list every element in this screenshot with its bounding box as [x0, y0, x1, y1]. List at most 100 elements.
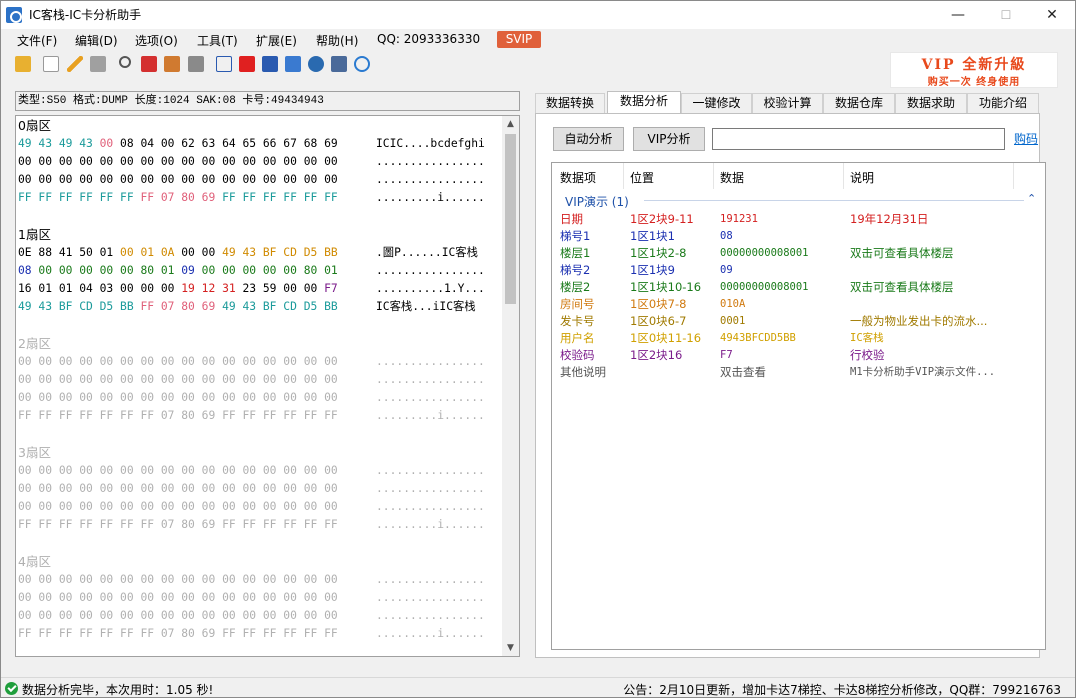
- hex-byte[interactable]: 00: [304, 500, 324, 513]
- hex-byte[interactable]: 00: [222, 591, 242, 604]
- hex-byte[interactable]: D5: [304, 246, 324, 259]
- hex-byte[interactable]: 00: [140, 355, 160, 368]
- hex-byte[interactable]: 00: [100, 573, 120, 586]
- col-header-position[interactable]: 位置: [630, 169, 654, 186]
- row-description[interactable]: 双击可查看具体楼层: [850, 245, 954, 262]
- hex-byte[interactable]: 00: [181, 609, 201, 622]
- hex-byte[interactable]: FF: [263, 518, 283, 531]
- hex-byte[interactable]: 00: [202, 264, 222, 277]
- hex-byte[interactable]: FF: [38, 409, 58, 422]
- row-item[interactable]: 楼层2: [560, 279, 590, 296]
- hex-byte[interactable]: 00: [140, 373, 160, 386]
- hex-byte[interactable]: FF: [79, 191, 99, 204]
- row-position[interactable]: 1区1块10-16: [630, 279, 701, 296]
- row-item[interactable]: 楼层1: [560, 245, 590, 262]
- hex-byte[interactable]: FF: [263, 409, 283, 422]
- hex-byte[interactable]: 00: [324, 355, 338, 368]
- hex-byte[interactable]: 00: [120, 282, 140, 295]
- hex-byte[interactable]: 00: [242, 391, 262, 404]
- hex-byte[interactable]: FF: [38, 518, 58, 531]
- hex-byte[interactable]: FF: [242, 409, 262, 422]
- hex-byte[interactable]: 08: [120, 137, 140, 150]
- hex-byte[interactable]: FF: [18, 627, 38, 640]
- hex-byte[interactable]: 00: [304, 609, 324, 622]
- hex-byte[interactable]: 69: [202, 300, 222, 313]
- hex-row[interactable]: 49 43 49 43 00 08 04 00 62 63 64 65 66 6…: [18, 135, 338, 153]
- hex-byte[interactable]: 64: [222, 137, 242, 150]
- save-icon[interactable]: [90, 56, 106, 72]
- hex-byte[interactable]: 00: [38, 173, 58, 186]
- hex-byte[interactable]: 43: [242, 300, 262, 313]
- col-header-item[interactable]: 数据项: [560, 169, 596, 186]
- hex-byte[interactable]: 12: [202, 282, 222, 295]
- row-data[interactable]: F7: [720, 347, 733, 364]
- hex-byte[interactable]: 00: [38, 464, 58, 477]
- hex-row[interactable]: 00 00 00 00 00 00 00 00 00 00 00 00 00 0…: [18, 389, 338, 407]
- hex-byte[interactable]: 00: [263, 464, 283, 477]
- hex-byte[interactable]: 00: [18, 355, 38, 368]
- auto-analyze-button[interactable]: 自动分析: [553, 127, 624, 151]
- hex-byte[interactable]: 00: [242, 155, 262, 168]
- hex-byte[interactable]: FF: [222, 409, 242, 422]
- hex-byte[interactable]: 00: [242, 500, 262, 513]
- hex-row[interactable]: 08 00 00 00 00 00 80 01 09 00 00 00 00 0…: [18, 262, 338, 280]
- hex-byte[interactable]: FF: [283, 518, 303, 531]
- tab-data-warehouse[interactable]: 数据仓库: [823, 93, 895, 113]
- hex-byte[interactable]: 00: [100, 173, 120, 186]
- hex-byte[interactable]: 00: [242, 609, 262, 622]
- hex-byte[interactable]: 23: [242, 282, 262, 295]
- hex-byte[interactable]: 00: [59, 373, 79, 386]
- hex-byte[interactable]: 07: [161, 518, 181, 531]
- hex-byte[interactable]: 00: [140, 482, 160, 495]
- hex-byte[interactable]: FF: [242, 191, 262, 204]
- hex-byte[interactable]: 00: [304, 591, 324, 604]
- hex-byte[interactable]: 00: [222, 609, 242, 622]
- hex-byte[interactable]: 00: [222, 500, 242, 513]
- hex-byte[interactable]: FF: [100, 518, 120, 531]
- hex-row[interactable]: 00 00 00 00 00 00 00 00 00 00 00 00 00 0…: [18, 462, 338, 480]
- hex-byte[interactable]: 68: [304, 137, 324, 150]
- hex-byte[interactable]: 00: [161, 591, 181, 604]
- hex-byte[interactable]: 00: [161, 573, 181, 586]
- row-item[interactable]: 房间号: [560, 296, 595, 313]
- row-position[interactable]: 1区2块16: [630, 347, 682, 364]
- hex-byte[interactable]: FF: [222, 191, 242, 204]
- row-item[interactable]: 其他说明: [560, 364, 606, 381]
- hex-byte[interactable]: 00: [263, 482, 283, 495]
- hex-byte[interactable]: 00: [242, 482, 262, 495]
- hex-byte[interactable]: 00: [283, 391, 303, 404]
- hex-byte[interactable]: FF: [140, 627, 160, 640]
- hex-byte[interactable]: 00: [38, 500, 58, 513]
- hex-byte[interactable]: 00: [38, 264, 58, 277]
- hex-byte[interactable]: 00: [161, 609, 181, 622]
- hex-byte[interactable]: 80: [181, 300, 201, 313]
- hex-byte[interactable]: 00: [242, 264, 262, 277]
- group-header-label[interactable]: VIP演示 (1): [565, 193, 629, 210]
- hex-byte[interactable]: 00: [38, 573, 58, 586]
- hex-byte[interactable]: 00: [304, 373, 324, 386]
- hex-row[interactable]: 00 00 00 00 00 00 00 00 00 00 00 00 00 0…: [18, 607, 338, 625]
- hex-byte[interactable]: 00: [181, 573, 201, 586]
- hex-byte[interactable]: FF: [38, 627, 58, 640]
- hex-byte[interactable]: 00: [120, 373, 140, 386]
- maximize-button[interactable]: ☐: [983, 1, 1029, 29]
- hex-byte[interactable]: 63: [202, 137, 222, 150]
- hex-byte[interactable]: BF: [263, 246, 283, 259]
- hex-byte[interactable]: 00: [140, 282, 160, 295]
- hex-byte[interactable]: 00: [283, 264, 303, 277]
- hex-byte[interactable]: 07: [161, 627, 181, 640]
- hex-row[interactable]: FF FF FF FF FF FF FF 07 80 69 FF FF FF F…: [18, 189, 338, 207]
- hex-byte[interactable]: 00: [59, 591, 79, 604]
- hex-byte[interactable]: 00: [79, 173, 99, 186]
- hex-byte[interactable]: FF: [140, 191, 160, 204]
- hex-byte[interactable]: 00: [283, 173, 303, 186]
- hex-byte[interactable]: BB: [324, 300, 338, 313]
- hex-byte[interactable]: 00: [18, 391, 38, 404]
- hex-byte[interactable]: 00: [202, 464, 222, 477]
- hex-byte[interactable]: 49: [18, 137, 38, 150]
- hex-byte[interactable]: 00: [304, 391, 324, 404]
- hex-byte[interactable]: 43: [242, 246, 262, 259]
- hex-byte[interactable]: 00: [222, 173, 242, 186]
- hex-byte[interactable]: FF: [59, 627, 79, 640]
- hex-byte[interactable]: 00: [324, 373, 338, 386]
